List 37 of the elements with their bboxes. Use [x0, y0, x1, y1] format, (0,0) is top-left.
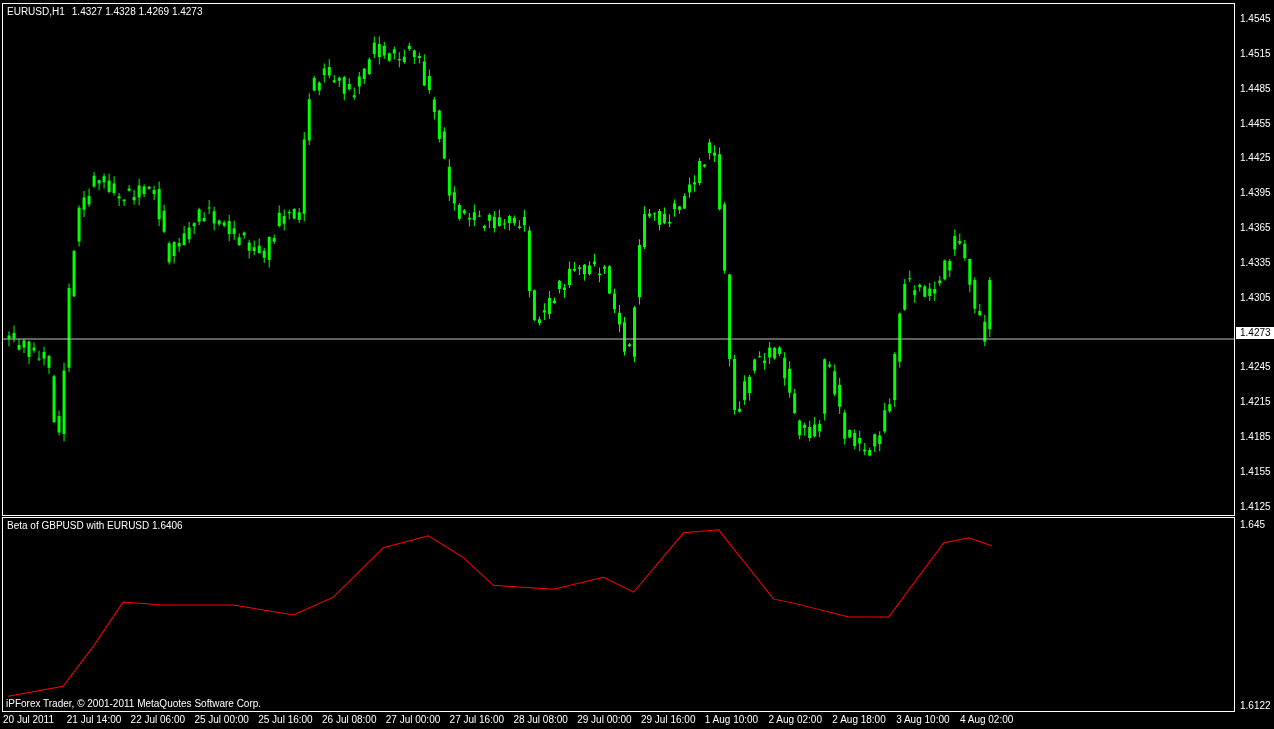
- indicator-tick-label: 1.645: [1240, 519, 1266, 531]
- price-tick-label: 1.4365: [1240, 222, 1271, 235]
- price-tick-label: 1.4155: [1240, 465, 1271, 478]
- indicator-title: Beta of GBPUSD with EURUSD 1.6406: [7, 520, 183, 531]
- time-tick-label: 27 Jul 16:00: [449, 713, 506, 727]
- price-tick-label: 1.4485: [1240, 82, 1271, 95]
- price-tick-label: 1.4515: [1240, 47, 1271, 60]
- time-tick-label: 2 Aug 18:00: [832, 713, 887, 727]
- time-tick-label: 25 Jul 16:00: [258, 713, 314, 727]
- time-tick-label: 1 Aug 10:00: [704, 713, 760, 727]
- price-tick-label: 1.4395: [1240, 187, 1271, 200]
- price-tick-label: 1.4185: [1240, 431, 1271, 444]
- price-tick-label: 1.4215: [1240, 396, 1271, 409]
- time-tick-label: 21 Jul 14:00: [66, 713, 123, 727]
- price-tick-label: 1.4335: [1240, 256, 1271, 269]
- price-tick-label: 1.4545: [1240, 13, 1271, 25]
- price-tick-label: 1.4125: [1240, 500, 1271, 513]
- price-tick-label: 1.4305: [1240, 291, 1271, 304]
- time-tick-label: 3 Aug 10:00: [896, 713, 951, 727]
- time-tick-label: 29 Jul 16:00: [640, 713, 697, 727]
- time-tick-label: 25 Jul 00:00: [194, 713, 250, 727]
- copyright-text: iPForex Trader, © 2001-2011 MetaQuotes Software Corp.: [6, 698, 262, 709]
- price-tick-label: 1.4455: [1240, 117, 1271, 130]
- price-tick-label: 1.4425: [1240, 152, 1271, 165]
- ohlc-values: 1.4327 1.4328 1.4269 1.4273: [71, 6, 203, 17]
- symbol-label: EURUSD,H1: [7, 6, 65, 17]
- time-tick-label: 28 Jul 08:00: [513, 713, 569, 727]
- indicator-tick-label: 1.6122: [1240, 700, 1271, 712]
- current-price-label: 1.4273: [1236, 326, 1274, 339]
- time-tick-label: 27 Jul 00:00: [385, 713, 442, 727]
- time-tick-label: 2 Aug 02:00: [768, 713, 823, 727]
- price-tick-label: 1.4245: [1240, 361, 1271, 374]
- time-tick-label: 26 Jul 08:00: [322, 713, 378, 727]
- time-tick-label: 4 Aug 02:00: [959, 713, 1015, 727]
- time-tick-label: 29 Jul 00:00: [577, 713, 633, 727]
- time-tick-label: 22 Jul 06:00: [130, 713, 187, 727]
- time-tick-label: 20 Jul 2011: [3, 713, 55, 727]
